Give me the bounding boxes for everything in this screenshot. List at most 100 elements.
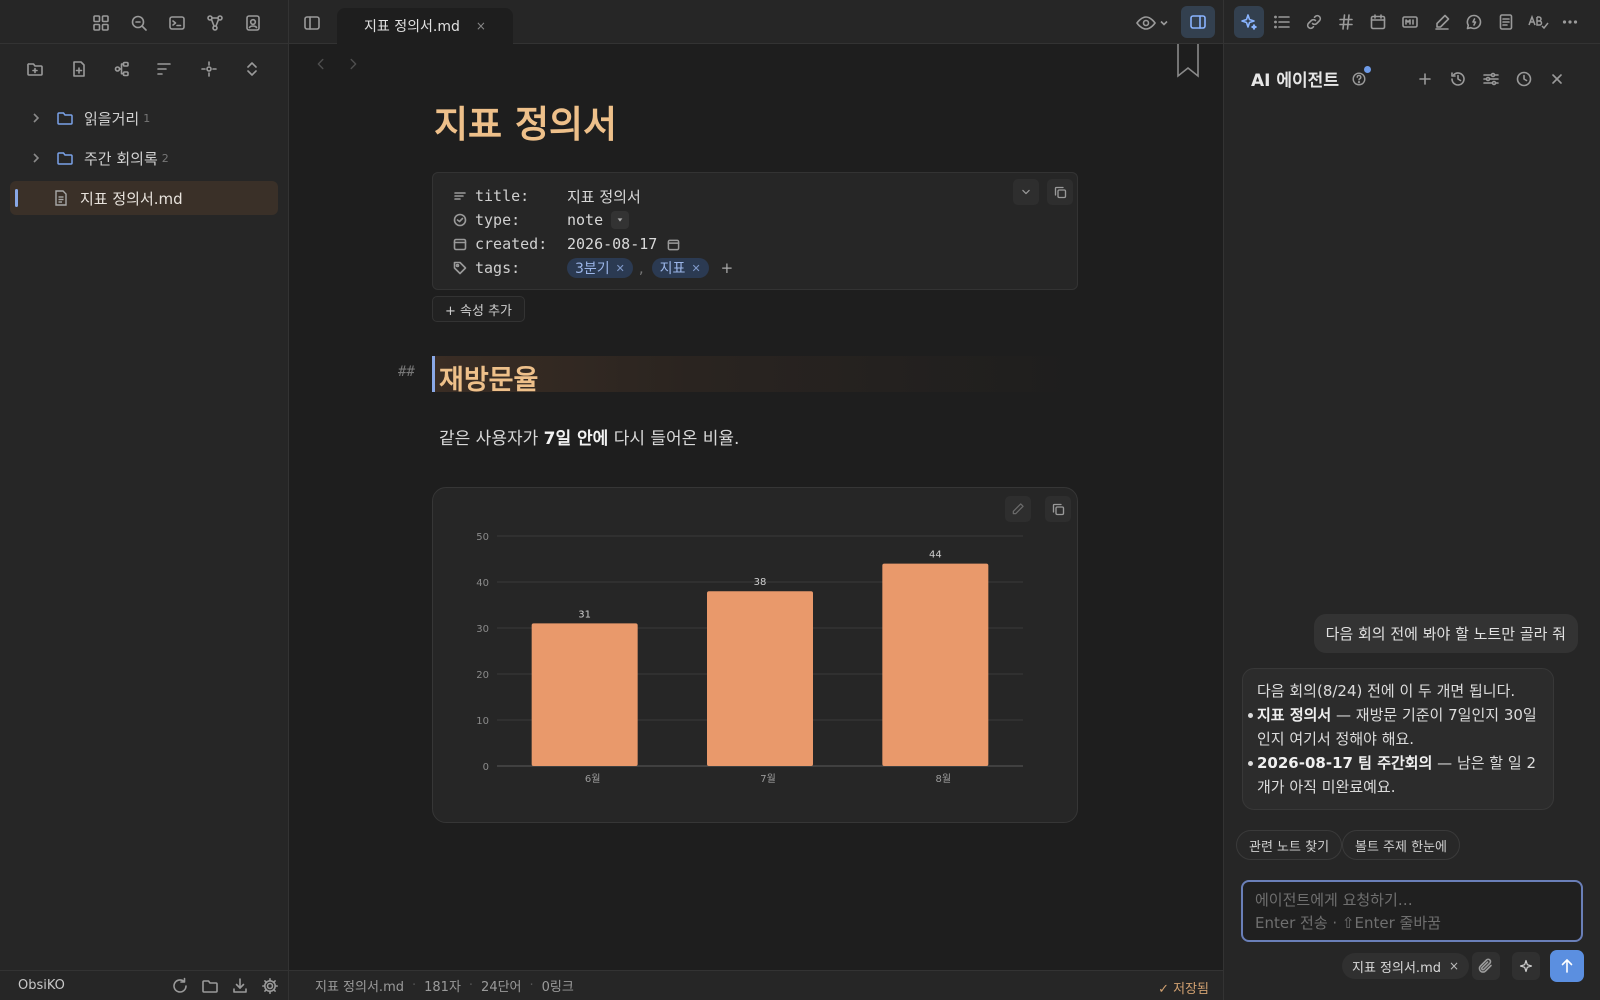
paragraph-text: 다시 들어온 비율. [608,429,740,449]
clock-icon[interactable] [1513,68,1535,90]
tab-close-icon[interactable]: × [476,19,486,33]
history-icon[interactable] [1447,68,1469,90]
file-explorer-toolbar [0,54,289,82]
date-picker-icon[interactable] [667,238,680,251]
property-type[interactable]: type: note [453,209,630,231]
forward-arrow-icon[interactable] [345,56,361,72]
outline-list-icon[interactable] [1271,11,1293,33]
template-icon[interactable] [1399,11,1421,33]
history-nav [313,56,361,72]
tag-icon [453,261,467,275]
x-tick-label: 6월 [585,773,601,785]
search-icon[interactable] [128,12,150,34]
dropdown-chevron-icon[interactable] [611,211,630,229]
property-value[interactable]: 2026-08-17 [567,235,657,253]
y-tick-label: 0 [483,762,489,773]
property-value[interactable]: 지표 정의서 [567,186,641,207]
context-remove-icon[interactable]: × [1449,959,1459,973]
terminal-icon[interactable] [166,12,188,34]
context-file-chip[interactable]: 지표 정의서.md × [1342,953,1470,979]
property-value[interactable]: note [567,211,603,229]
reading-view-eye-icon[interactable] [1135,12,1171,34]
property-key: type: [475,211,521,229]
file-icon [55,190,67,206]
sidebar-toggle-left-icon[interactable] [301,12,323,34]
tree-item-label: 지표 정의서.md [80,189,183,208]
download-icon[interactable] [229,975,251,997]
spellcheck-icon[interactable] [1527,11,1549,33]
chat-bubble-icon[interactable] [1463,11,1485,33]
property-tags[interactable]: tags: 3분기 ✕ , 지표 ✕ + [453,257,733,279]
tree-file-metric-definition[interactable]: 지표 정의서.md [10,181,278,215]
text-lines-icon [454,192,466,200]
calendar-icon[interactable] [1367,11,1389,33]
section-heading: 재방문율 [439,365,539,396]
sliders-settings-icon[interactable] [1480,68,1502,90]
hashtag-icon[interactable] [1335,11,1357,33]
new-chat-plus-icon[interactable] [1414,68,1436,90]
more-options-icon[interactable] [1559,11,1581,33]
y-tick-label: 20 [476,670,489,681]
new-note-icon[interactable] [68,58,90,80]
reveal-active-file-icon[interactable] [198,58,220,80]
paragraph-bold: 7일 안에 [543,429,609,449]
tree-folder-weekly-minutes[interactable]: 주간 회의록 2 [10,141,278,175]
ai-agent-panel: AI 에이전트 다음 회의 전에 봐야 할 노트만 골라 줘 다음 회의(8/2… [1223,0,1600,1000]
back-arrow-icon[interactable] [313,56,329,72]
status-links: 0링크 [541,980,574,995]
draw-pen-icon[interactable] [1431,11,1453,33]
grid-icon[interactable] [90,12,112,34]
vault-name[interactable]: ObsiKO [18,978,169,993]
chart-block: 0 10 20 30 40 50 31 6월 38 7월 44 8월 [432,487,1078,823]
property-created[interactable]: created: 2026-08-17 [453,233,680,255]
bar [531,623,638,766]
settings-gear-icon[interactable] [259,975,281,997]
send-arrow-icon[interactable] [1550,950,1584,982]
property-key: created: [475,235,548,253]
y-tick-label: 30 [476,624,489,635]
y-tick-label: 40 [476,578,489,589]
tab-metric-definition[interactable]: 지표 정의서.md × [337,8,513,44]
sort-icon[interactable] [153,58,175,80]
graph-icon[interactable] [204,12,226,34]
bar-chart: 0 10 20 30 40 50 31 6월 38 7월 44 8월 [476,532,1023,785]
suggestion-chip-vault-topics[interactable]: 볼트 주제 한눈에 [1342,830,1460,860]
tag-remove-icon[interactable]: ✕ [616,262,625,275]
tree-folder-reading[interactable]: 읽을거리 1 [10,101,278,135]
folder-open-icon[interactable] [199,975,221,997]
tag-pill[interactable]: 3분기 ✕ [567,258,633,278]
composer-placeholder: 에이전트에게 요청하기… [1255,891,1413,909]
property-title[interactable]: title: 지표 정의서 [453,185,641,207]
x-tick-label: 7월 [760,773,776,785]
bookmark-icon[interactable] [1175,44,1201,78]
contact-card-icon[interactable] [242,12,264,34]
status-separator: · [529,978,534,993]
collapse-expand-icon[interactable] [241,58,263,80]
paragraph-text: 같은 사용자가 [439,429,544,449]
suggestion-chip-related-notes[interactable]: 관련 노트 찾기 [1236,830,1343,860]
data-label: 38 [754,577,767,588]
sort-hierarchy-icon[interactable] [111,58,133,80]
reply-item: 지표 정의서 — 재방문 기준이 7일인지 30일인지 여기서 정해야 해요. [1248,703,1539,751]
tree-item-count: 2 [161,151,169,165]
y-tick-label: 50 [476,532,489,543]
document-icon[interactable] [1495,11,1517,33]
note-link[interactable]: 2026-08-17 팀 주간회의 [1257,754,1432,772]
close-icon[interactable] [1546,68,1568,90]
refresh-icon[interactable] [169,975,191,997]
ai-sparkle-icon[interactable] [1234,6,1264,38]
status-separator: · [468,978,474,993]
agent-prompt-input[interactable]: 에이전트에게 요청하기… Enter 전송 · ⇧Enter 줄바꿈 [1241,880,1583,942]
note-link[interactable]: 지표 정의서 [1257,706,1331,724]
new-folder-icon[interactable] [24,58,46,80]
copy-icon[interactable] [1047,179,1073,205]
add-tag-button[interactable]: + [721,259,734,277]
add-property-button[interactable]: + 속성 추가 [432,296,525,322]
tag-remove-icon[interactable]: ✕ [691,262,700,275]
collapse-properties-icon[interactable] [1013,179,1039,205]
sidebar-toggle-right-icon[interactable] [1181,6,1215,38]
link-icon[interactable] [1303,11,1325,33]
tag-pill[interactable]: 지표 ✕ [651,258,709,278]
attach-paperclip-icon[interactable] [1472,952,1500,980]
sparkle-icon[interactable] [1512,952,1540,980]
